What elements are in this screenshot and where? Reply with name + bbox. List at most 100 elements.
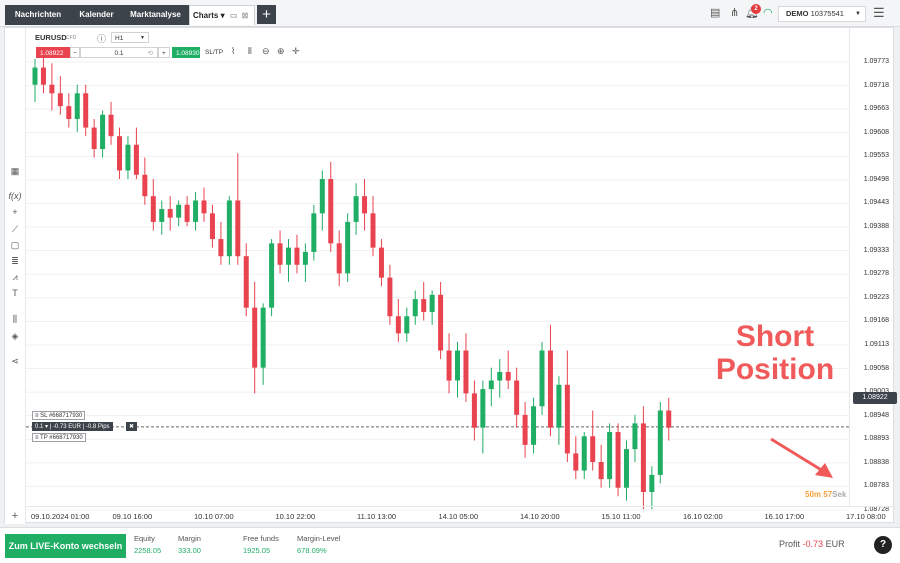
price-axis[interactable]: 1.09773 1.09718 1.09663 1.09608 1.09553 1.094… — [849, 28, 895, 513]
candle-body[interactable] — [480, 389, 486, 428]
candle-body[interactable] — [446, 350, 452, 381]
account-type: DEMO — [786, 9, 809, 18]
candle-body[interactable] — [66, 106, 72, 120]
candle-body[interactable] — [57, 93, 63, 107]
candle-body[interactable] — [269, 243, 275, 308]
candle-body[interactable] — [514, 380, 520, 415]
candle-body[interactable] — [505, 371, 511, 381]
candle-body[interactable] — [235, 200, 241, 257]
candle-body[interactable] — [404, 316, 410, 334]
add-tab-button[interactable]: + — [257, 5, 276, 24]
candle-body[interactable] — [302, 251, 308, 265]
time-axis[interactable]: 09.10.2024 01:00 09.10 16:00 10.10 07:00 10… — [26, 506, 895, 524]
tab-calendar[interactable]: Kalender — [71, 5, 122, 25]
candle-body[interactable] — [311, 213, 317, 252]
candle-body[interactable] — [421, 299, 427, 312]
candle-body[interactable] — [167, 209, 173, 218]
candle-body[interactable] — [319, 179, 325, 214]
candle-body[interactable] — [184, 204, 190, 222]
candle-body[interactable] — [328, 179, 334, 244]
candle-body[interactable] — [547, 350, 553, 428]
candle-body[interactable] — [142, 174, 148, 197]
candle-body[interactable] — [353, 196, 359, 222]
close-position-button[interactable]: ✖ — [126, 422, 138, 431]
candle-body[interactable] — [564, 384, 570, 454]
candle-body[interactable] — [455, 350, 460, 381]
candle-body[interactable] — [573, 453, 579, 471]
candle-body[interactable] — [666, 410, 672, 428]
menu-icon[interactable]: ☰ — [873, 6, 885, 20]
help-button[interactable]: ? — [874, 536, 892, 554]
candle-body[interactable] — [649, 474, 655, 492]
close-icon[interactable]: ⊠ — [242, 11, 249, 20]
candle-body[interactable] — [429, 294, 435, 312]
candle-body[interactable] — [100, 114, 106, 150]
layout-icon[interactable]: ▤ — [710, 6, 720, 20]
candle-body[interactable] — [395, 316, 401, 334]
candle-body[interactable] — [294, 247, 300, 265]
candle-body[interactable] — [336, 243, 342, 274]
candle-body[interactable] — [74, 93, 80, 120]
tab-news[interactable]: Nachrichten — [5, 5, 71, 25]
signal-icon[interactable]: ⋔ — [730, 6, 739, 20]
candle-body[interactable] — [117, 136, 122, 171]
current-price-label: 1.08922 — [853, 392, 897, 404]
candle-body[interactable] — [362, 196, 368, 214]
candle-timer: 50m 57Sek — [805, 490, 846, 499]
candle-body[interactable] — [378, 247, 384, 278]
candle-body[interactable] — [226, 200, 232, 257]
candle-body[interactable] — [539, 350, 545, 407]
candle-body[interactable] — [624, 449, 629, 488]
candle-body[interactable] — [277, 243, 283, 265]
candle-body[interactable] — [83, 93, 89, 128]
candle-body[interactable] — [32, 67, 38, 85]
sl-tag[interactable]: ≡ SL #668717930 — [32, 411, 86, 420]
tp-tag[interactable]: ≡ TP #668717930 — [32, 433, 86, 442]
candle-body[interactable] — [176, 204, 182, 218]
position-tag[interactable]: 0.1 ▾ | -0.73 EUR | -0.8 Pips — [32, 422, 113, 431]
candle-body[interactable] — [412, 299, 418, 317]
candle-body[interactable] — [531, 406, 537, 445]
switch-live-button[interactable]: Zum LIVE-Konto wechseln — [5, 534, 126, 558]
candle-body[interactable] — [471, 393, 477, 428]
candle-body[interactable] — [556, 384, 562, 428]
candle-body[interactable] — [581, 436, 587, 471]
equity-stat: Equity 2258.05 — [134, 534, 161, 555]
candle-body[interactable] — [463, 350, 469, 394]
candle-body[interactable] — [607, 431, 613, 480]
candle-body[interactable] — [632, 423, 638, 450]
candle-body[interactable] — [40, 67, 46, 85]
candle-body[interactable] — [252, 307, 258, 368]
candle-body[interactable] — [159, 209, 165, 222]
candlestick-chart[interactable] — [5, 28, 895, 524]
candle-body[interactable] — [91, 127, 97, 150]
candle-body[interactable] — [133, 144, 139, 175]
candle-body[interactable] — [590, 436, 596, 462]
candle-body[interactable] — [125, 144, 131, 171]
candle-body[interactable] — [193, 200, 199, 222]
candle-body[interactable] — [49, 84, 55, 94]
candle-body[interactable] — [657, 410, 663, 475]
candle-body[interactable] — [108, 114, 114, 137]
candle-body[interactable] — [497, 371, 503, 381]
candle-body[interactable] — [640, 423, 646, 492]
candle-body[interactable] — [243, 256, 249, 308]
tab-market-analysis[interactable]: Marktanalyse — [122, 5, 189, 25]
candle-body[interactable] — [150, 196, 156, 222]
candle-body[interactable] — [438, 294, 444, 351]
candle-body[interactable] — [218, 239, 224, 257]
candle-body[interactable] — [615, 431, 621, 488]
candle-body[interactable] — [345, 221, 351, 274]
candle-body[interactable] — [209, 213, 215, 240]
candle-body[interactable] — [598, 461, 604, 480]
account-selector[interactable]: DEMO 10375541 ▼ — [778, 6, 866, 22]
candle-body[interactable] — [260, 307, 266, 368]
tab-charts[interactable]: Charts ▾ ▭ ⊠ — [189, 5, 255, 25]
window-icon[interactable]: ▭ — [230, 11, 238, 20]
candle-body[interactable] — [387, 277, 393, 317]
candle-body[interactable] — [286, 247, 291, 265]
candle-body[interactable] — [522, 414, 528, 445]
candle-body[interactable] — [201, 200, 207, 214]
candle-body[interactable] — [370, 213, 376, 248]
candle-body[interactable] — [488, 380, 494, 390]
